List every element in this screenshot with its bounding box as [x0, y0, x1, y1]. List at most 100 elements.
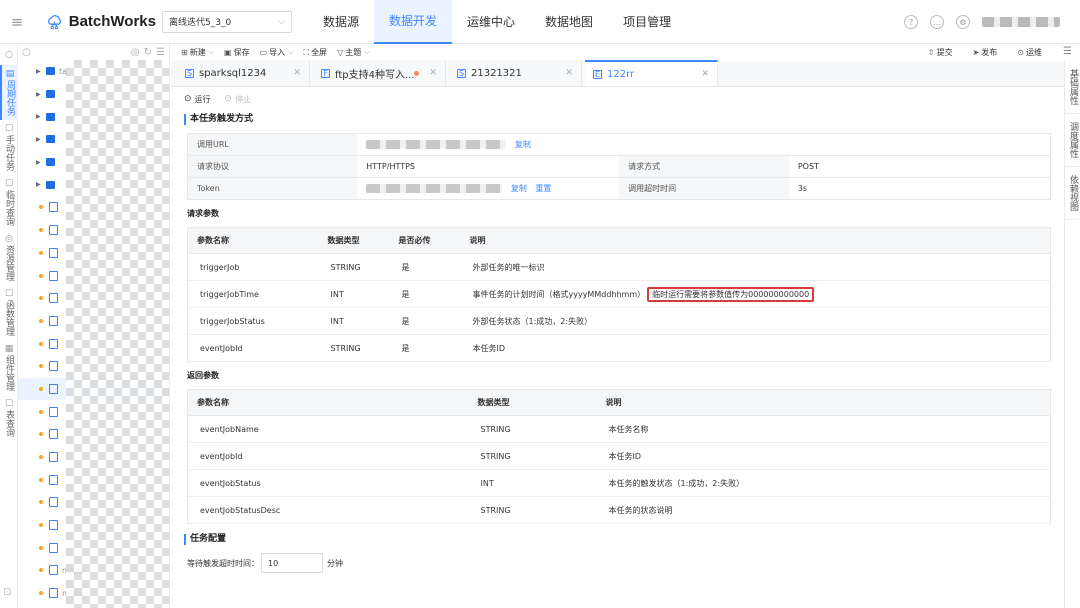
nav-data-map[interactable]: 数据地图: [530, 0, 608, 44]
help-icon[interactable]: ?: [904, 15, 918, 29]
stop-button[interactable]: ⊙ 停止: [225, 94, 252, 105]
param-desc: 事件任务的计划时间（格式yyyyMMddhhmm） 临时运行需要将参数值传为000…: [460, 280, 1051, 308]
param-type: STRING: [318, 253, 390, 281]
file-icon: [49, 315, 58, 326]
caret-right-icon[interactable]: ▶: [36, 136, 46, 143]
status-dot: [39, 364, 43, 369]
ops-button[interactable]: ⊙ 运维: [1017, 47, 1042, 58]
save-button[interactable]: ▣ 保存: [224, 47, 250, 58]
menu-icon[interactable]: ≡: [0, 0, 34, 44]
table-row: 调用URL 复制: [187, 133, 1051, 156]
token-value: 复制 重置: [357, 177, 620, 200]
fullscreen-button[interactable]: ⛶ 全屏: [303, 47, 327, 58]
theme-icon: ▽: [337, 48, 344, 57]
sidebar-item-resource-management[interactable]: ◎ 资源管理: [0, 230, 18, 285]
tab-basic-properties[interactable]: 基础属性: [1065, 61, 1080, 114]
nav-data-development[interactable]: 数据开发: [374, 0, 453, 44]
resource-icon: ◎: [5, 234, 13, 244]
close-icon[interactable]: ✕: [565, 68, 573, 78]
tab-ftp-write[interactable]: F ftp支持4种写入... ✕: [313, 60, 446, 86]
caret-right-icon[interactable]: ▶: [36, 68, 46, 75]
refresh-icon[interactable]: ↻: [144, 47, 152, 58]
arrow-right-circle-icon: ⊙: [1017, 48, 1024, 57]
app-logo[interactable]: BatchWorks: [46, 11, 156, 33]
folder-icon: [46, 158, 55, 167]
caret-right-icon[interactable]: ▶: [36, 91, 46, 98]
tab-122rr[interactable]: E 122rr ✕: [585, 60, 718, 86]
run-bar: ⊙ 运行 ⊙ 停止: [184, 87, 1064, 111]
status-dot: [39, 500, 43, 505]
nav-ops-center[interactable]: 运维中心: [452, 0, 530, 44]
file-icon: [49, 270, 58, 281]
tab-sparksql1234[interactable]: S sparksql1234 ✕: [177, 60, 310, 86]
project-select[interactable]: 离线迭代5_3_0 ⌵: [162, 10, 292, 33]
caret-right-icon[interactable]: ▶: [36, 159, 46, 166]
table-row: Token 复制 重置 调用超时时间 3s: [187, 177, 1051, 200]
theme-button[interactable]: ▽ 主题 ⌵: [337, 47, 369, 58]
param-name: eventJobStatusDesc: [187, 496, 469, 524]
nav-project-management[interactable]: 项目管理: [608, 0, 686, 44]
locate-icon[interactable]: ◎: [131, 47, 140, 58]
return-params-title: 返回参数: [187, 371, 219, 380]
import-button[interactable]: ▭ 导入 ⌵: [260, 47, 294, 58]
status-dot: [39, 341, 43, 346]
event-file-icon: E: [593, 69, 602, 79]
tab-schedule-properties[interactable]: 调度属性: [1065, 114, 1080, 167]
sidebar-item-manual-tasks[interactable]: ☐ 手动任务: [0, 120, 18, 175]
tab-21321321[interactable]: S 21321321 ✕: [449, 60, 582, 86]
reset-token-link[interactable]: 重置: [535, 184, 551, 193]
function-icon: ☐: [4, 289, 14, 299]
sidebar-item-component-management[interactable]: ▦ 组件管理: [0, 340, 18, 395]
user-name-redacted[interactable]: [982, 17, 1060, 27]
wait-timeout-input[interactable]: 10: [261, 553, 323, 573]
param-type: STRING: [318, 334, 390, 362]
sidebar-item-temp-query[interactable]: ☐ 临时查询: [0, 175, 18, 230]
table-row: triggerJobTime INT 是事件任务的计划时间（格式yyyyMMddhh…: [187, 280, 1051, 308]
param-required: 是: [389, 280, 461, 308]
trigger-section-title: 本任务触发方式: [184, 114, 1064, 125]
param-name: eventJobStatus: [187, 469, 469, 497]
sidebar-item-periodic-tasks[interactable]: ▤ 周期任务: [0, 65, 18, 120]
search-icon[interactable]: ○: [0, 44, 18, 65]
close-icon[interactable]: ✕: [701, 69, 709, 79]
sidebar-item-function-management[interactable]: ☐ 函数管理: [0, 285, 18, 340]
left-sidebar: ○ ▤ 周期任务 ☐ 手动任务 ☐ 临时查询 ◎ 资源管理 ☐ 函数管理 ▦ 组…: [0, 44, 18, 608]
list-icon[interactable]: ☰: [156, 47, 165, 58]
copy-url-link[interactable]: 复制: [515, 140, 531, 149]
param-type: INT: [468, 469, 597, 497]
submit-button[interactable]: ⇧ 提交: [928, 47, 953, 58]
highlight-note: 临时运行需要将参数值传为000000000000: [647, 286, 815, 302]
cloud-logo-icon: [48, 14, 62, 29]
table-row: eventJobId STRING 是本任务ID: [187, 334, 1051, 362]
file-icon: [49, 520, 58, 531]
run-button[interactable]: ⊙ 运行: [184, 94, 211, 105]
caret-right-icon[interactable]: ▶: [36, 181, 46, 188]
publish-button[interactable]: ➤ 发布: [973, 47, 998, 58]
nav-datasource[interactable]: 数据源: [308, 0, 374, 44]
tree-search-icon[interactable]: ○: [22, 47, 31, 58]
table-row: eventJobStatus INT 本任务的触发状态（1:成功，2:失败）: [187, 469, 1051, 497]
copy-token-link[interactable]: 复制: [511, 184, 527, 193]
tab-dependency-view[interactable]: 依赖视图: [1065, 167, 1080, 220]
param-name: triggerJobStatus: [187, 307, 319, 335]
message-icon[interactable]: …: [930, 15, 944, 29]
table-row: 请求协议 HTTP/HTTPS 请求方式 POST: [187, 155, 1051, 178]
file-icon: [49, 338, 58, 349]
status-dot: [39, 545, 43, 550]
caret-right-icon[interactable]: ▶: [36, 113, 46, 120]
editor-tabs: S sparksql1234 ✕ F ftp支持4种写入... ✕ S 2132…: [171, 60, 1064, 87]
panel-list-icon[interactable]: ☰: [1063, 46, 1072, 57]
col-description: 说明: [596, 389, 1051, 416]
param-type: STRING: [468, 496, 597, 524]
param-desc: 本任务的触发状态（1:成功，2:失败）: [596, 469, 1051, 497]
close-icon[interactable]: ✕: [293, 68, 301, 78]
param-desc: 本任务的状态说明: [596, 496, 1051, 524]
param-desc: 本任务名称: [596, 415, 1051, 443]
collapse-icon[interactable]: ⊡: [3, 587, 11, 598]
new-button[interactable]: ⊞ 新建 ⌵: [181, 47, 214, 58]
close-icon[interactable]: ✕: [429, 68, 437, 78]
sidebar-item-table-query[interactable]: ☐ 表查询: [0, 395, 18, 441]
folder-icon: ▭: [259, 48, 268, 57]
request-params-table: 参数名称 数据类型 是否必传 说明 triggerJob STRING 是外部任务的…: [187, 227, 1051, 362]
settings-icon[interactable]: ⚙: [956, 15, 970, 29]
